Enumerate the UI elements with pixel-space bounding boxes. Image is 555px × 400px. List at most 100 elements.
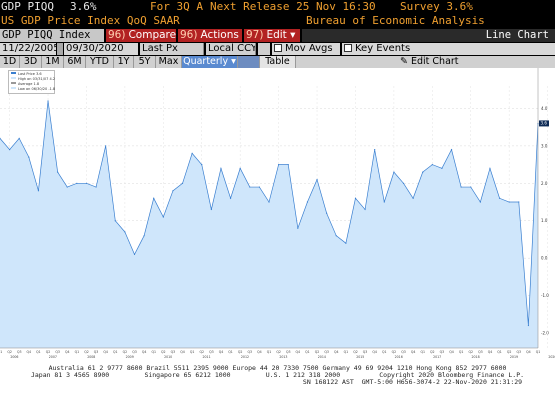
data-point [268, 201, 270, 203]
data-point [249, 186, 251, 188]
data-point [402, 182, 405, 184]
actions-button[interactable]: 96)Actions ▾ [178, 29, 242, 42]
x-tick-label: Q4 [103, 350, 108, 354]
mov-avgs-label: Mov Avgs [285, 43, 333, 54]
data-point [374, 149, 376, 151]
x-tick-label: Q2 [315, 350, 320, 354]
data-point [287, 164, 289, 166]
compare-button[interactable]: 96) Compare [106, 29, 176, 42]
x-tick-label: Q4 [526, 350, 531, 354]
x-year-label: 2020 [548, 355, 555, 359]
x-tick-label: Q4 [296, 350, 301, 354]
x-year-label: 2006 [10, 355, 18, 359]
currency-dropdown[interactable]: Local CCY [206, 43, 256, 55]
x-tick-label: Q1 [305, 350, 310, 354]
x-tick-label: Q1 [228, 350, 233, 354]
x-year-label: 2010 [164, 355, 172, 359]
period-6m-button[interactable]: 6M [64, 56, 86, 68]
x-tick-label: Q3 [171, 350, 176, 354]
y-tick-label: 2.0 [541, 181, 548, 186]
data-point [57, 171, 59, 173]
data-point [450, 149, 453, 151]
x-year-label: 2018 [471, 355, 479, 359]
period-bar: 1D 3D 1M 6M YTD 1Y 5Y Max Quarterly ▾ Ta… [0, 56, 555, 68]
x-tick-label: Q3 [17, 350, 22, 354]
data-point [153, 197, 155, 199]
price-chart[interactable]: 4.0 3.0 2.0 1.0 0.0 -1.0 -2.0 Q1 Q2 Q3 Q4 Q1 Q2 Q3 Q4 Q… [0, 68, 555, 400]
start-date-text: 11/22/2005 [2, 43, 56, 54]
frequency-dropdown[interactable]: Quarterly ▾ [182, 56, 238, 68]
data-point [460, 186, 462, 188]
data-point [133, 253, 136, 256]
data-point [393, 171, 395, 173]
x-tick-label: Q2 [507, 350, 512, 354]
compare-label: Compare [128, 29, 176, 41]
data-point [105, 145, 107, 147]
legend-item-low: Low on 06/30/20 -1.8 [11, 87, 55, 92]
security-field[interactable]: GDP PIQQ Index [0, 29, 104, 42]
data-point [422, 171, 424, 173]
current-value: 3.6% [70, 0, 97, 13]
data-point [383, 201, 385, 203]
data-point [508, 201, 510, 203]
x-year-label: 2016 [395, 355, 403, 359]
data-point [258, 186, 260, 188]
period-5y-button[interactable]: 5Y [134, 56, 156, 68]
table-button[interactable]: Table [260, 56, 296, 68]
data-point [18, 137, 20, 139]
x-tick-label: Q4 [334, 350, 339, 354]
data-point [143, 235, 145, 237]
security-header: GDP PIQQ 3.6% For 3Q A Next Release 25 N… [0, 0, 555, 14]
data-point [220, 167, 222, 169]
x-year-label: 2007 [49, 355, 57, 359]
edit-number: 97) [246, 29, 264, 41]
data-point [354, 197, 357, 199]
period-3d-button[interactable]: 3D [20, 56, 42, 68]
data-point [489, 167, 491, 169]
data-point [345, 242, 347, 244]
edit-button[interactable]: 97) Edit ▾ [244, 29, 300, 42]
data-point [498, 197, 501, 199]
data-point [412, 197, 414, 199]
data-point [172, 190, 174, 192]
chart-type-button[interactable]: Line Chart [302, 29, 555, 42]
edit-label: Edit ▾ [266, 29, 296, 41]
period-max-button[interactable]: Max [156, 56, 182, 68]
edit-chart-button[interactable]: ✎ Edit Chart [396, 56, 476, 68]
y-tick-label: -2.0 [541, 331, 549, 336]
next-release: Next Release 25 Nov 16:30 [210, 0, 376, 13]
data-point [76, 182, 78, 184]
period-1d-button[interactable]: 1D [0, 56, 20, 68]
end-date-field[interactable]: 09/30/2020 [64, 43, 138, 55]
x-tick-label: Q1 [190, 350, 195, 354]
x-tick-label: Q4 [449, 350, 454, 354]
data-point [470, 186, 472, 188]
mov-avgs-checkbox[interactable]: Mov Avgs [272, 43, 340, 55]
period-label: For 3Q A [150, 0, 203, 13]
edit-chart-icon: ✎ [400, 56, 408, 67]
blank-period-button[interactable] [238, 56, 260, 68]
period-1m-button[interactable]: 1M [42, 56, 64, 68]
x-tick-label: Q2 [161, 350, 166, 354]
start-date-field[interactable]: 11/22/2005 [0, 43, 56, 55]
x-tick-label: Q1 [0, 350, 2, 354]
y-tick-label: 4.0 [541, 106, 548, 111]
x-tick-label: Q3 [94, 350, 99, 354]
period-1y-button[interactable]: 1Y [114, 56, 134, 68]
last-value-label: 3.6 [541, 121, 548, 126]
data-point [364, 208, 366, 211]
x-year-label: 2009 [126, 355, 134, 359]
x-tick-label: Q4 [257, 350, 262, 354]
price-field-dropdown[interactable]: Last Px [140, 43, 204, 55]
actions-label: Actions ▾ [200, 29, 242, 41]
key-events-checkbox[interactable]: Key Events [342, 43, 555, 55]
blank-dropdown[interactable] [258, 43, 270, 55]
footer-line-3: SN 168122 AST GMT-5:00 H656-3074-2 22-No… [32, 378, 523, 386]
x-tick-label: Q2 [123, 350, 128, 354]
x-tick-label: Q2 [392, 350, 397, 354]
edit-chart-label: Edit Chart [411, 56, 459, 67]
x-tick-label: Q1 [497, 350, 502, 354]
period-ytd-button[interactable]: YTD [86, 56, 114, 68]
actions-number: 96) [180, 29, 198, 41]
x-tick-label: Q4 [411, 350, 416, 354]
